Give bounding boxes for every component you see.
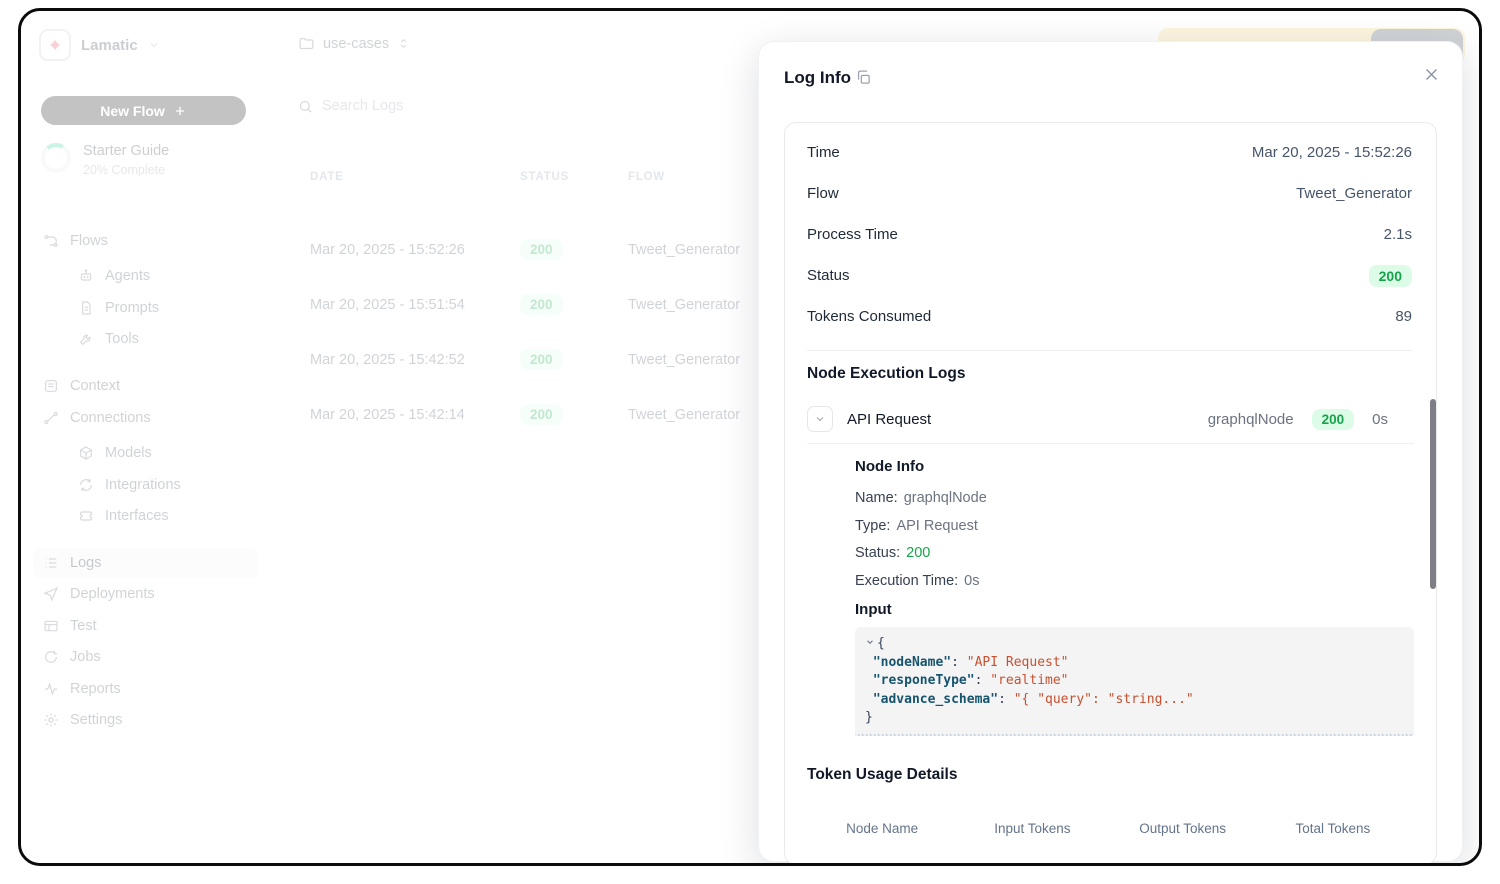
node-tag: graphqlNode (1208, 411, 1294, 428)
col-input-tokens: Input Tokens (957, 821, 1107, 836)
field-label: Time (807, 144, 840, 161)
token-usage-table-header: Node Name Input Tokens Output Tokens Tot… (807, 821, 1408, 836)
node-info-heading: Node Info (855, 458, 1414, 475)
code-key: "advance_schema" (873, 692, 998, 707)
field-value: Mar 20, 2025 - 15:52:26 (1252, 144, 1412, 161)
field-value-green: 200 (906, 545, 930, 561)
log-detail-card: Time Mar 20, 2025 - 15:52:26 Flow Tweet_… (784, 122, 1437, 865)
field-value: graphqlNode (904, 490, 987, 506)
col-output-tokens: Output Tokens (1108, 821, 1258, 836)
summary-row-tokens: Tokens Consumed 89 (807, 296, 1412, 337)
code-brace: } (865, 710, 873, 725)
field-value: 0s (964, 573, 979, 589)
code-key: "responeType" (873, 673, 975, 688)
node-field-status: Status: 200 (855, 540, 1414, 568)
col-total-tokens: Total Tokens (1258, 821, 1408, 836)
field-label: Tokens Consumed (807, 308, 931, 325)
field-value: API Request (896, 518, 977, 534)
app-window: Lamatic New Flow Starter Guide 20% Compl… (18, 8, 1482, 866)
field-label: Execution Time: (855, 573, 958, 589)
code-value: "realtime" (990, 673, 1068, 688)
node-time: 0s (1372, 411, 1388, 428)
code-key: "nodeName" (873, 655, 951, 670)
collapse-toggle[interactable] (807, 406, 833, 432)
summary-row-process-time: Process Time 2.1s (807, 214, 1412, 255)
log-summary: Time Mar 20, 2025 - 15:52:26 Flow Tweet_… (807, 132, 1412, 337)
col-node-name: Node Name (807, 821, 957, 836)
node-field-type: Type: API Request (855, 513, 1414, 541)
field-label: Flow (807, 185, 839, 202)
field-label: Status (807, 267, 850, 284)
field-label: Type: (855, 518, 890, 534)
code-brace: { (877, 636, 885, 651)
summary-row-time: Time Mar 20, 2025 - 15:52:26 (807, 132, 1412, 173)
input-json-code: { "nodeName": "API Request" "responeType… (855, 627, 1414, 736)
node-info-section: Node Info Name: graphqlNode Type: API Requ… (855, 444, 1414, 736)
node-title: API Request (847, 411, 1194, 428)
close-icon[interactable] (1423, 66, 1440, 86)
field-value: Tweet_Generator (1296, 185, 1412, 202)
scrollbar-thumb[interactable] (1430, 399, 1436, 589)
code-collapse-icon[interactable] (865, 637, 875, 647)
node-field-name: Name: graphqlNode (855, 485, 1414, 513)
modal-title: Log Info (784, 68, 851, 88)
code-value: "API Request" (967, 655, 1069, 670)
field-value: 2.1s (1384, 226, 1412, 243)
code-value: "{ "query": "string..." (1014, 692, 1194, 707)
field-label: Process Time (807, 226, 898, 243)
copy-icon[interactable] (855, 69, 872, 89)
node-status-badge: 200 (1312, 409, 1355, 430)
field-value: 89 (1395, 308, 1412, 325)
node-field-exec-time: Execution Time: 0s (855, 568, 1414, 596)
code-punct: : (951, 655, 967, 670)
code-punct: : (998, 692, 1014, 707)
field-label: Status: (855, 545, 900, 561)
summary-row-flow: Flow Tweet_Generator (807, 173, 1412, 214)
log-info-modal: Log Info Time Mar 20, 2025 - 15:52:26 Fl… (758, 41, 1463, 862)
status-badge: 200 (1369, 265, 1412, 287)
token-usage-heading: Token Usage Details (807, 766, 957, 784)
node-log-row: API Request graphqlNode 200 0s (807, 395, 1414, 443)
summary-row-status: Status 200 (807, 255, 1412, 296)
node-execution-heading: Node Execution Logs (807, 365, 965, 383)
input-heading: Input (855, 601, 1414, 618)
divider (807, 350, 1412, 351)
code-punct: : (975, 673, 991, 688)
node-logs-scroll-area[interactable]: API Request graphqlNode 200 0s Node Info… (807, 395, 1414, 747)
field-label: Name: (855, 490, 898, 506)
